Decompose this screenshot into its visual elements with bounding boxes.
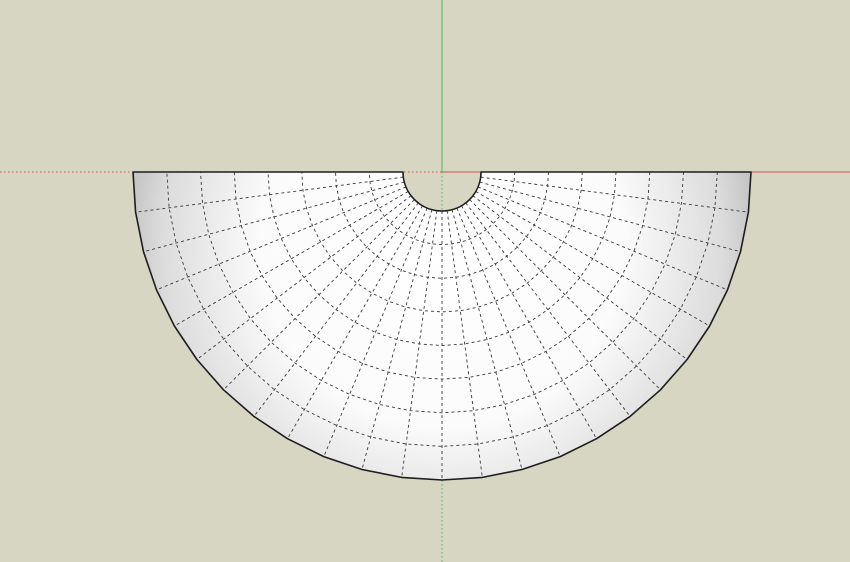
modeling-viewport[interactable]	[0, 0, 850, 562]
half-dome-model[interactable]	[132, 171, 752, 481]
scene-canvas[interactable]	[0, 0, 850, 562]
